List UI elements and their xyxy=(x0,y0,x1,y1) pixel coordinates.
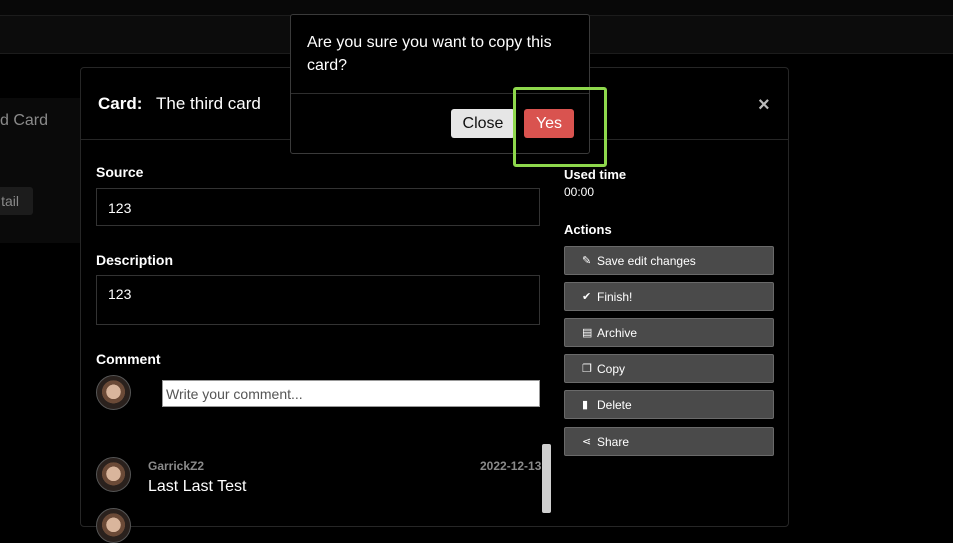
comment-author-avatar xyxy=(96,508,131,543)
archive-button[interactable]: ▤ Archive xyxy=(564,318,774,347)
save-edit-changes-label: Save edit changes xyxy=(597,253,696,268)
comment-date: 2022-12-13 xyxy=(480,459,542,473)
yes-button-highlight xyxy=(513,87,607,167)
comment-label: Comment xyxy=(96,351,161,367)
archive-label: Archive xyxy=(597,325,638,340)
comment-scrollbar[interactable] xyxy=(542,444,551,513)
share-label: Share xyxy=(597,434,630,449)
background-detail-button[interactable]: tail xyxy=(0,187,33,215)
confirm-close-button[interactable]: Close xyxy=(451,109,515,138)
comment-author: GarrickZ2 xyxy=(148,459,205,473)
current-user-avatar xyxy=(96,375,131,410)
source-field[interactable]: 123 xyxy=(96,188,540,226)
finish-label: Finish! xyxy=(597,289,633,304)
trash-icon: ▮ xyxy=(582,399,589,411)
source-label: Source xyxy=(96,164,144,180)
background-detail-label: tail xyxy=(1,193,19,209)
copy-icon: ❐ xyxy=(582,363,592,375)
description-field[interactable]: 123 xyxy=(96,275,540,325)
comment-input[interactable] xyxy=(162,380,540,407)
comment-author-avatar xyxy=(96,457,131,492)
share-icon: ⋖ xyxy=(582,436,592,448)
confirm-message: Are you sure you want to copy this card? xyxy=(307,34,552,74)
copy-button[interactable]: ❐ Copy xyxy=(564,354,774,383)
close-icon[interactable]: × xyxy=(758,94,770,117)
finish-button[interactable]: ✔ Finish! xyxy=(564,282,774,311)
used-time-value: 00:00 xyxy=(564,185,595,199)
modal-title-label: Card: xyxy=(98,94,143,113)
comment-text: Last Last Test xyxy=(148,478,247,495)
share-button[interactable]: ⋖ Share xyxy=(564,427,774,456)
pencil-icon: ✎ xyxy=(582,255,592,267)
delete-label: Delete xyxy=(597,397,632,412)
delete-button[interactable]: ▮ Delete xyxy=(564,390,774,419)
actions-label: Actions xyxy=(564,222,612,237)
modal-title-value: The third card xyxy=(156,94,261,113)
description-label: Description xyxy=(96,252,174,268)
used-time-label: Used time xyxy=(564,167,627,182)
background-card-title: d Card xyxy=(0,112,49,129)
copy-label: Copy xyxy=(597,361,626,376)
save-edit-changes-button[interactable]: ✎ Save edit changes xyxy=(564,246,774,275)
archive-icon: ▤ xyxy=(582,327,593,339)
check-circle-icon: ✔ xyxy=(582,291,592,303)
